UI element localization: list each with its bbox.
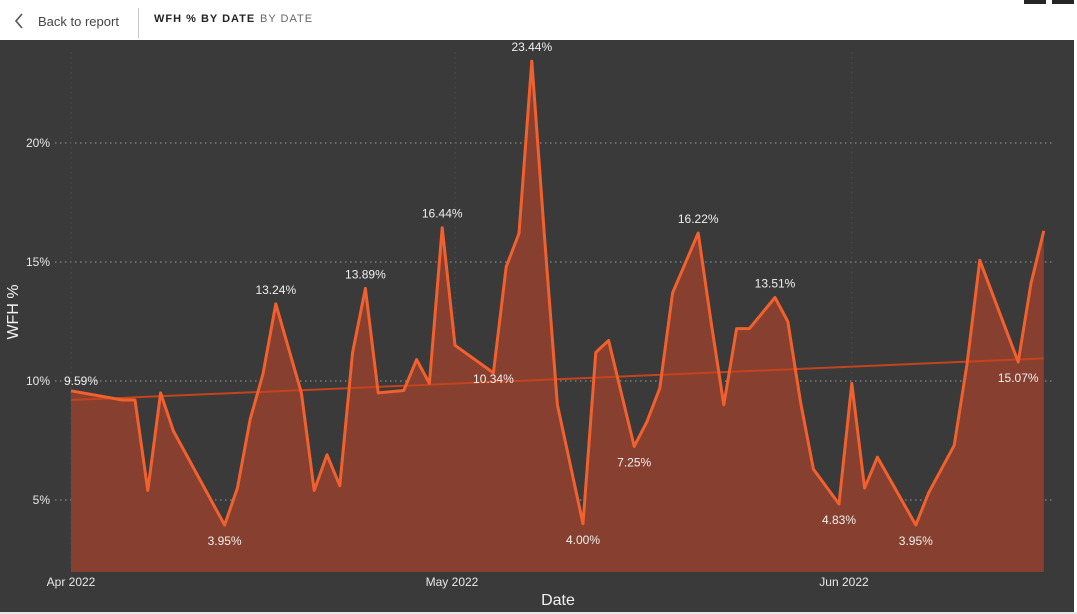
tab-by-date[interactable]: BY DATE <box>260 13 313 25</box>
x-axis-title: Date <box>541 592 575 609</box>
wfh-area-chart: 9.59% 3.95% 13.24% 13.89% 16.44% 10.34% 23.44%… <box>5 40 1054 609</box>
data-label: 7.25% <box>617 455 651 469</box>
data-label: 10.34% <box>473 372 514 386</box>
window-control-button[interactable] <box>1024 0 1046 4</box>
y-tick-label: 5% <box>33 493 51 507</box>
x-tick-label: May 2022 <box>426 575 479 589</box>
data-label: 4.00% <box>566 533 600 547</box>
data-label: 13.24% <box>255 283 296 297</box>
data-label: 15.07% <box>998 371 1039 385</box>
header-divider <box>138 8 139 38</box>
data-label: 16.44% <box>422 207 463 221</box>
data-label: 13.51% <box>755 276 796 290</box>
y-tick-label: 20% <box>26 136 50 150</box>
x-tick-label: Apr 2022 <box>47 575 96 589</box>
header-bar: Back to report WFH % BY DATE BY DATE <box>0 0 1077 40</box>
data-label: 3.95% <box>899 534 933 548</box>
back-to-report-button[interactable]: Back to report <box>14 10 119 32</box>
window-control-button[interactable] <box>1052 0 1074 4</box>
data-label: 13.89% <box>345 267 386 281</box>
data-label: 16.22% <box>678 212 719 226</box>
y-tick-label: 10% <box>26 374 50 388</box>
data-label: 4.83% <box>822 513 856 527</box>
chart-area: 9.59% 3.95% 13.24% 13.89% 16.44% 10.34% 23.44%… <box>0 40 1074 612</box>
y-axis-title: WFH % <box>5 284 22 339</box>
data-label: 9.59% <box>64 374 98 388</box>
chevron-left-icon <box>14 12 24 30</box>
data-label: 23.44% <box>511 40 552 54</box>
back-to-report-label: Back to report <box>38 13 119 29</box>
tab-wfh-by-date[interactable]: WFH % BY DATE <box>154 13 255 25</box>
y-tick-label: 15% <box>26 255 50 269</box>
x-tick-label: Jun 2022 <box>819 575 869 589</box>
data-label: 3.95% <box>208 534 242 548</box>
